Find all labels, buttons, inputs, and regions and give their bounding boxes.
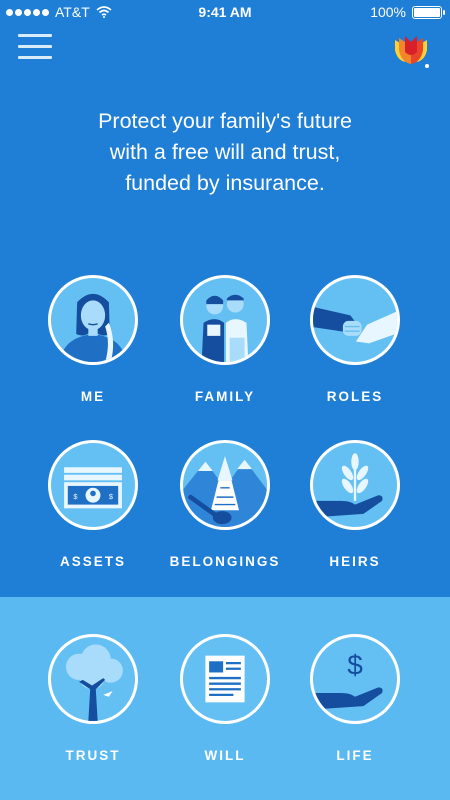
tile-assets[interactable]: $ $ ASSETS [28,440,158,569]
handshake-icon [310,275,400,365]
tile-label: WILL [204,748,246,763]
document-icon [180,634,270,724]
tile-trust[interactable]: TRUST [28,634,158,763]
tile-label: ROLES [326,389,384,404]
battery-icon [412,5,445,19]
family-icon [180,275,270,365]
sprout-hand-icon [310,440,400,530]
svg-text:$: $ [347,649,363,680]
person-icon [48,275,138,365]
tile-label: BELONGINGS [169,554,281,569]
tile-family[interactable]: FAMILY [160,275,290,404]
tile-heirs[interactable]: HEIRS [290,440,420,569]
dollar-hand-icon: $ [310,634,400,724]
tile-label: ME [80,389,106,404]
tile-label: TRUST [65,748,121,763]
battery-percent: 100% [370,4,406,20]
tile-label: LIFE [336,748,374,763]
tile-label: ASSETS [59,554,126,569]
guitar-icon [180,440,270,530]
tile-belongings[interactable]: BELONGINGS [160,440,290,569]
status-bar: AT&T 9:41 AM 100% [0,0,450,26]
tile-will[interactable]: WILL [160,634,290,763]
hamburger-icon[interactable] [18,34,52,64]
app-screen: AT&T 9:41 AM 100% Protect your family's … [0,0,450,800]
tree-icon [48,634,138,724]
status-right: 100% [370,4,445,20]
money-icon: $ $ [48,440,138,530]
headline: Protect your family's future with a free… [98,109,352,195]
tulip-logo-icon[interactable] [391,32,431,72]
tile-life[interactable]: $ LIFE [290,634,420,763]
tile-me[interactable]: ME [28,275,158,404]
tile-label: HEIRS [329,554,381,569]
tile-label: FAMILY [194,389,256,404]
tile-roles[interactable]: ROLES [290,275,420,404]
